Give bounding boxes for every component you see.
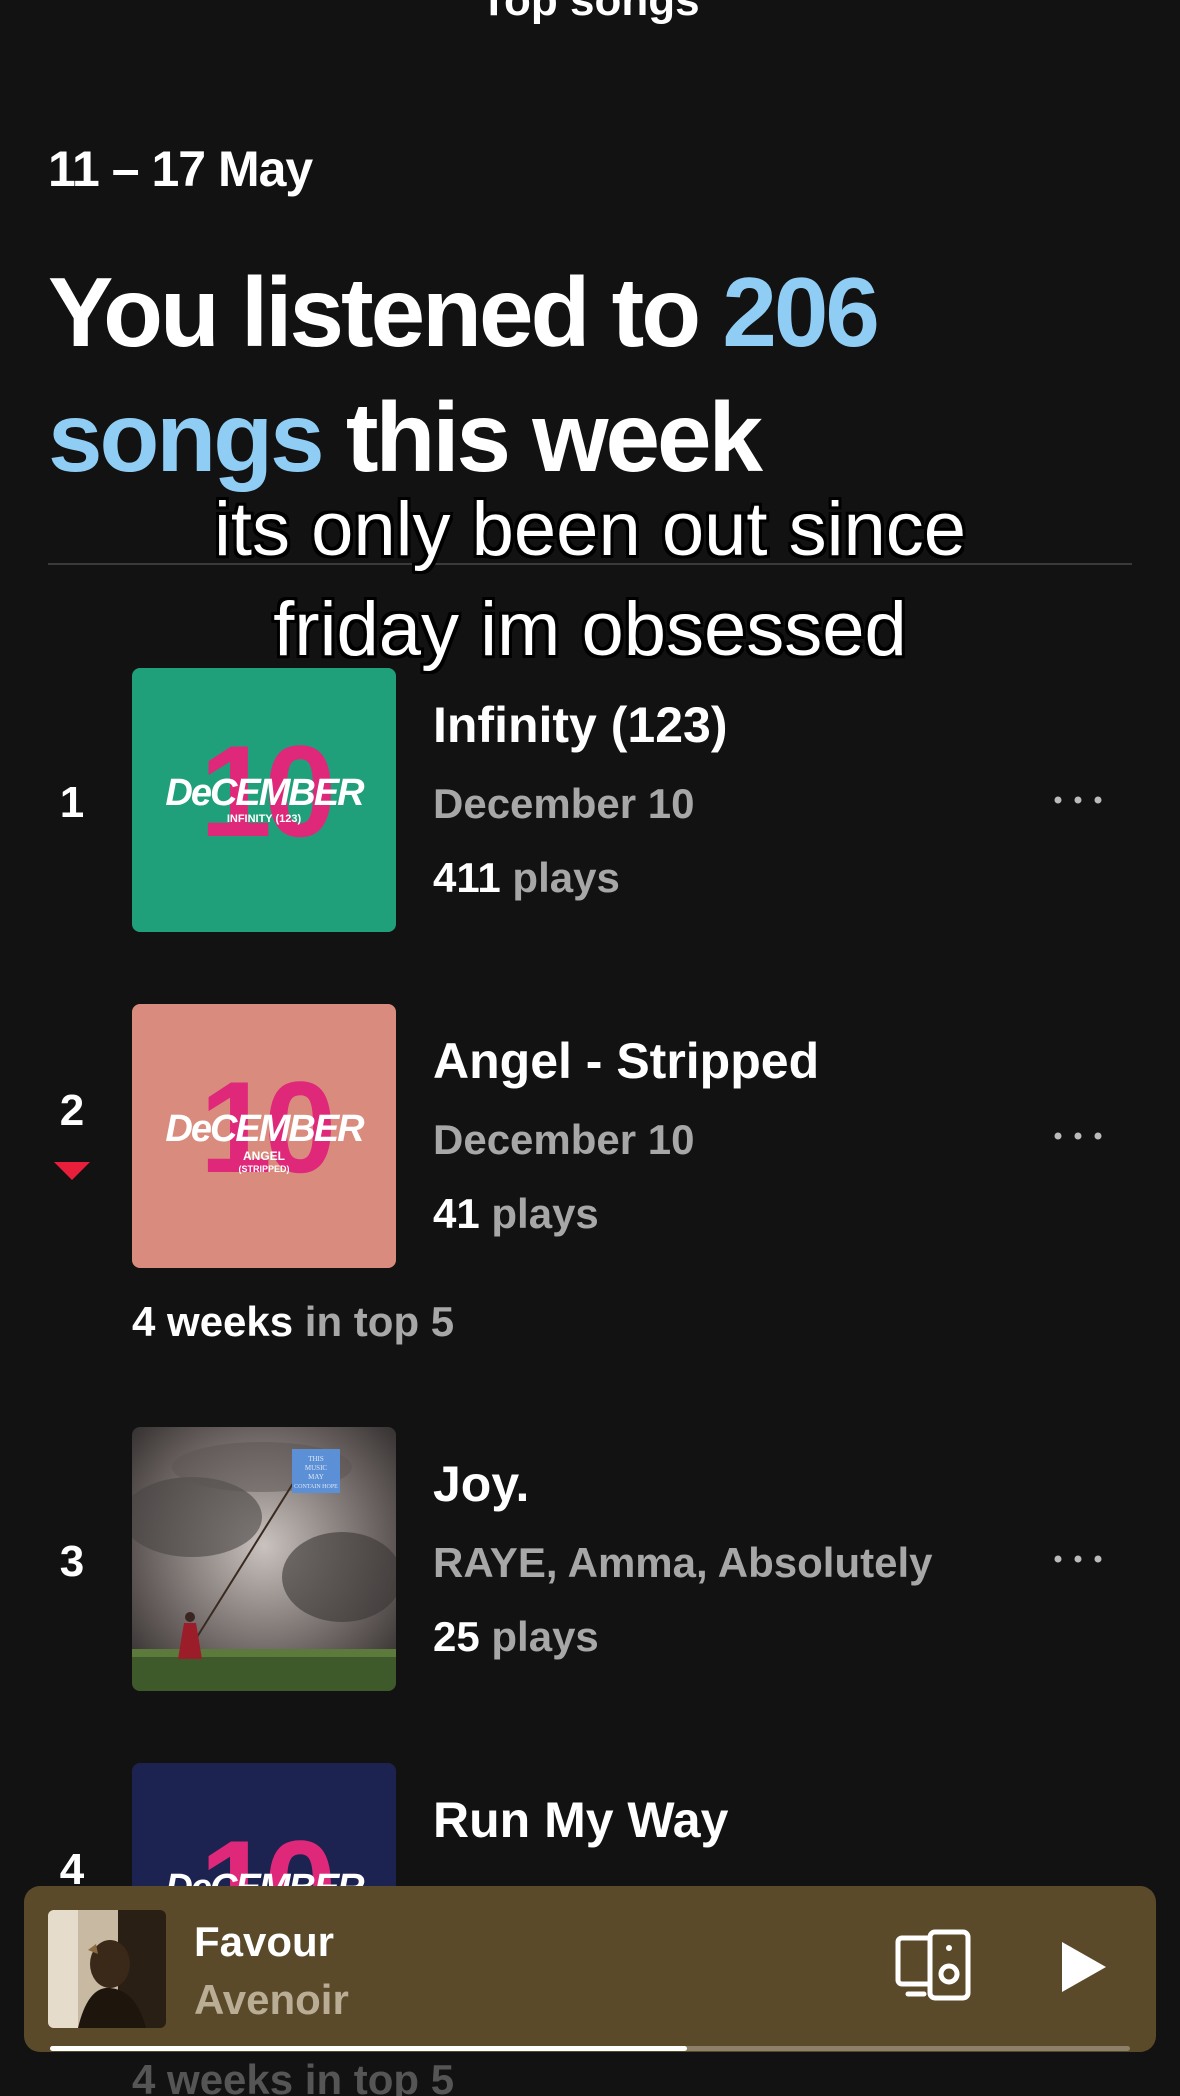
svg-text:INFINITY (123): INFINITY (123) [227,813,302,825]
top-songs-screen: Top songs 11 – 17 May You listened to 20… [0,0,1180,2096]
connect-device-icon[interactable] [894,1928,974,2004]
caption-line-2: friday im obsessed [273,587,907,672]
video-caption-overlay: its only been out since friday im obsess… [0,480,1180,680]
track-title: Infinity (123) [433,697,728,753]
svg-text:CONTAIN HOPE: CONTAIN HOPE [294,1484,338,1490]
playback-progress-bar[interactable] [50,2046,1130,2051]
track-title: Run My Way [433,1792,729,1848]
track-row[interactable]: 2 10 DeCEMBER ANGEL (STRIPPED) Angel - S… [0,1004,1180,1268]
track-artist: December 10 [433,1116,695,1163]
track-artist: RAYE, Amma, Absolutely [433,1539,933,1586]
more-options-icon[interactable] [1050,1549,1106,1569]
weekly-summary-headline: You listened to 206 songs this week [48,250,1128,500]
now-playing-artist: Avenoir [194,1976,349,2023]
now-playing-cover [48,1910,166,2028]
album-cover: THIS MUSIC MAY CONTAIN HOPE [132,1427,396,1691]
track-artist: December 10 [433,780,695,827]
svg-text:(STRIPPED): (STRIPPED) [238,1164,289,1174]
track-title: Joy. [433,1456,530,1512]
headline-text: You listened to [48,257,723,367]
plays-count: 25 [433,1613,480,1660]
plays-label: plays [479,1190,599,1237]
plays-count: 41 [433,1190,480,1237]
svg-text:MUSIC: MUSIC [305,1464,328,1472]
december-10-cover-art: 10 DeCEMBER ANGEL (STRIPPED) [165,1054,367,1200]
track-rank: 2 [59,1086,85,1135]
date-range: 11 – 17 May [48,141,313,197]
plays-count: 411 [433,854,501,901]
svg-text:MAY: MAY [308,1473,324,1481]
track-row[interactable]: 1 10 DeCEMBER INFINITY (123) Infinity (1… [0,668,1180,932]
headline-text-end: this week [321,382,763,492]
svg-text:THIS: THIS [308,1455,324,1463]
favour-cover-art [48,1910,166,2028]
track-plays: 411 plays [433,854,620,902]
track-title: Angel - Stripped [433,1033,820,1089]
mini-player[interactable]: Favour Avenoir [24,1886,1156,2052]
december-10-cover-art: 10 DeCEMBER INFINITY (123) [165,718,367,864]
rank-down-arrow-icon [54,1162,90,1180]
weeks-in-top-5: 4 weeks in top 5 [132,2056,455,2096]
play-icon[interactable] [1046,1932,1116,2002]
joy-cover-art: THIS MUSIC MAY CONTAIN HOPE [132,1427,396,1691]
track-row[interactable]: 3 THIS MUSIC MAY CONTAIN HOPE Joy. RAYE,… [0,1427,1180,1691]
caption-line-1: its only been out since [213,487,967,572]
track-rank: 1 [59,778,85,827]
plays-label: plays [479,1613,599,1660]
now-playing-title: Favour [194,1918,335,1965]
track-plays: 25 plays [433,1613,599,1661]
svg-text:ANGEL: ANGEL [243,1149,285,1163]
svg-text:DeCEMBER: DeCEMBER [165,1108,365,1150]
plays-label: plays [500,854,620,901]
more-options-icon[interactable] [1050,790,1106,810]
weeks-count: 4 weeks [132,1298,294,1345]
more-options-icon[interactable] [1050,1126,1106,1146]
playback-progress-fill [50,2046,688,2051]
album-cover: 10 DeCEMBER ANGEL (STRIPPED) [132,1004,396,1268]
track-plays: 41 plays [433,1190,599,1238]
svg-text:DeCEMBER: DeCEMBER [165,772,365,814]
weeks-in-top-5: 4 weeks in top 5 [132,1298,454,1346]
weeks-label: in top 5 [293,1298,455,1345]
album-cover: 10 DeCEMBER INFINITY (123) [132,668,396,932]
track-rank: 3 [59,1537,85,1586]
page-title: Top songs [480,0,700,25]
